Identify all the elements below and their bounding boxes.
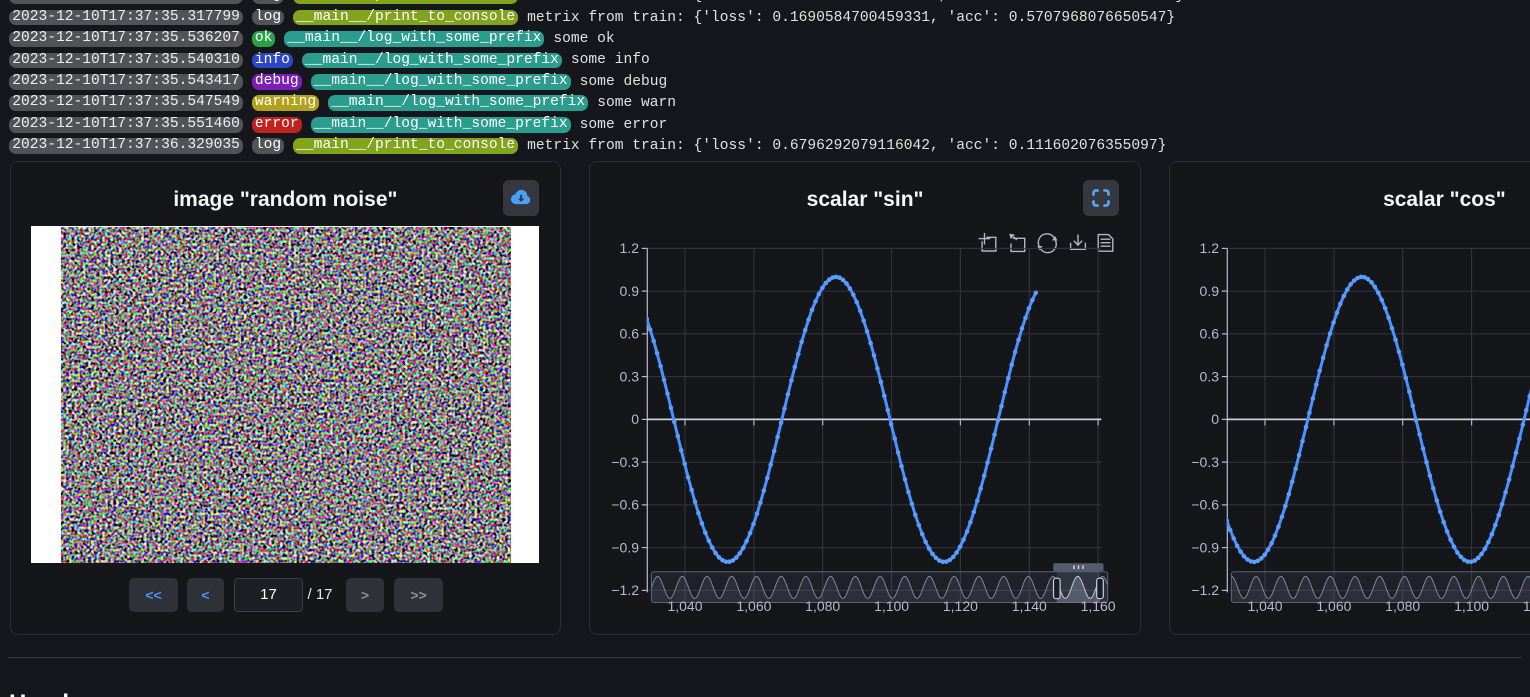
svg-text:−0.6: −0.6 <box>1191 497 1219 513</box>
svg-text:0.9: 0.9 <box>1199 283 1219 299</box>
svg-text:1,160: 1,160 <box>1081 598 1116 614</box>
svg-text:1,080: 1,080 <box>1385 598 1420 614</box>
svg-text:−0.6: −0.6 <box>612 497 640 513</box>
svg-text:1,120: 1,120 <box>943 598 978 614</box>
svg-text:1,060: 1,060 <box>1316 598 1351 614</box>
svg-text:0.9: 0.9 <box>620 283 640 299</box>
svg-text:1,100: 1,100 <box>874 598 909 614</box>
svg-text:0: 0 <box>631 411 639 427</box>
svg-text:−1.2: −1.2 <box>1191 582 1219 598</box>
svg-text:0: 0 <box>1211 411 1219 427</box>
svg-text:1,040: 1,040 <box>668 598 703 614</box>
svg-text:1,060: 1,060 <box>737 598 772 614</box>
svg-text:0.6: 0.6 <box>620 326 640 342</box>
svg-text:−0.3: −0.3 <box>612 454 640 470</box>
svg-text:−0.9: −0.9 <box>1191 539 1219 555</box>
svg-text:1.2: 1.2 <box>620 240 640 256</box>
svg-text:1,080: 1,080 <box>805 598 840 614</box>
svg-text:0.3: 0.3 <box>1199 368 1219 384</box>
svg-text:1,100: 1,100 <box>1454 598 1489 614</box>
svg-text:−0.9: −0.9 <box>612 539 640 555</box>
svg-text:0.6: 0.6 <box>1199 326 1219 342</box>
svg-text:0.3: 0.3 <box>620 368 640 384</box>
svg-text:1.2: 1.2 <box>1199 240 1219 256</box>
svg-text:−1.2: −1.2 <box>612 582 640 598</box>
svg-text:1,140: 1,140 <box>1012 598 1047 614</box>
svg-text:1,040: 1,040 <box>1247 598 1282 614</box>
svg-text:−0.3: −0.3 <box>1191 454 1219 470</box>
svg-text:1,120: 1,120 <box>1522 598 1530 614</box>
